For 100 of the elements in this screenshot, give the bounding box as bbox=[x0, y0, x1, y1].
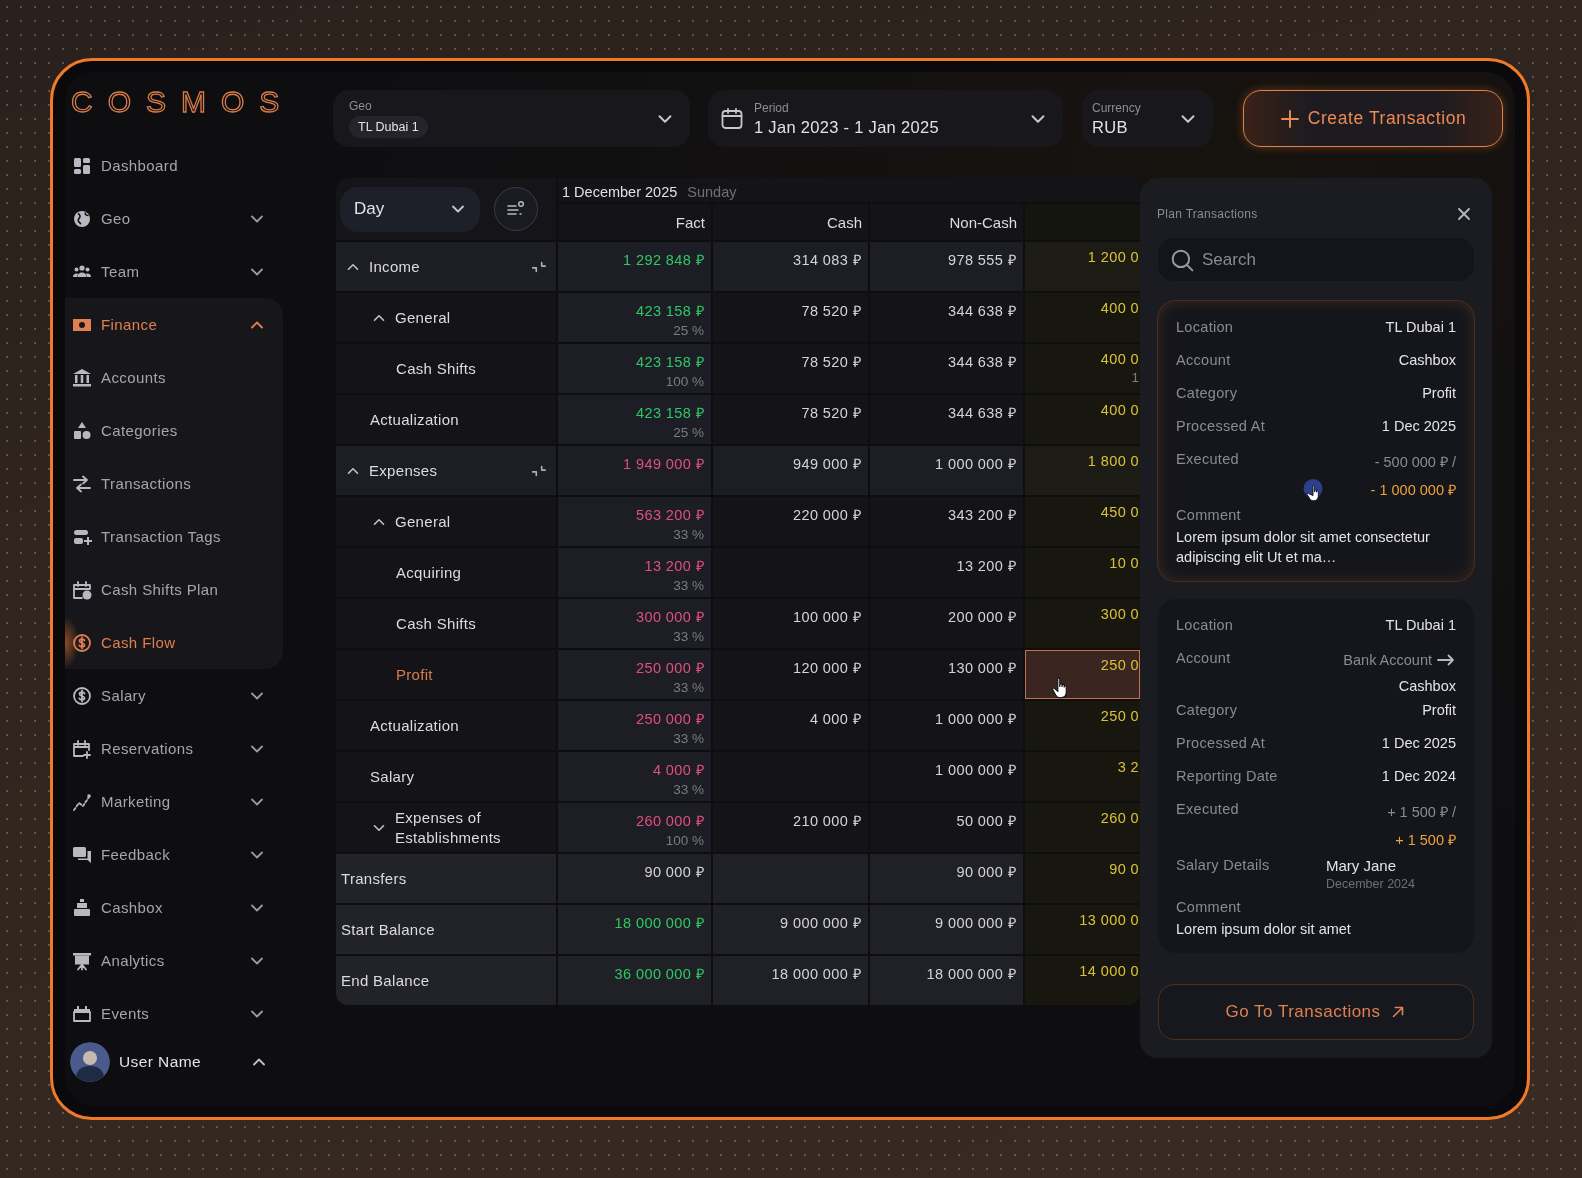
search-icon bbox=[1170, 248, 1194, 272]
amount: 3 2 bbox=[1117, 759, 1139, 775]
amount: 423 158 ₽ bbox=[635, 353, 704, 371]
row-label: Expenses bbox=[369, 460, 439, 481]
field-value: Bank Account bbox=[1343, 652, 1432, 668]
share-percent: 1 bbox=[1131, 370, 1139, 385]
nav-item[interactable]: Salary bbox=[65, 669, 283, 722]
field-label: Executed bbox=[1176, 801, 1239, 817]
nav-item[interactable]: Analytics bbox=[65, 934, 283, 987]
geo-select[interactable]: Geo TL Dubai 1 bbox=[333, 90, 690, 147]
nav-item[interactable]: Geo bbox=[65, 192, 283, 245]
grid-icon bbox=[72, 155, 92, 176]
currency-select[interactable]: Currency RUB bbox=[1082, 90, 1213, 147]
amount: 250 0 bbox=[1100, 657, 1139, 673]
nav-item[interactable]: Dashboard bbox=[65, 139, 283, 192]
nav-item[interactable]: Cashbox bbox=[65, 881, 283, 934]
transaction-card[interactable] bbox=[1158, 599, 1474, 953]
column-header: Non-Cash bbox=[870, 204, 1023, 240]
amount: 260 000 ₽ bbox=[635, 812, 704, 830]
nav-item[interactable]: Categories bbox=[65, 404, 283, 457]
amount: 78 520 ₽ bbox=[801, 353, 861, 371]
field-label: Comment bbox=[1176, 507, 1241, 523]
row-header-cell[interactable]: Cash Shifts bbox=[336, 344, 556, 393]
field-value: 1 Dec 2025 bbox=[1381, 418, 1456, 434]
share-percent: 33 % bbox=[673, 680, 704, 695]
granularity-select[interactable]: Day bbox=[340, 186, 480, 232]
calendar-dollar-icon bbox=[72, 579, 92, 600]
row-label: General bbox=[395, 307, 452, 328]
share-percent: 100 % bbox=[665, 374, 704, 389]
row-header-cell[interactable]: Salary bbox=[336, 752, 556, 801]
row-header-cell[interactable]: General bbox=[336, 293, 556, 342]
field-value: Profit bbox=[1422, 702, 1456, 718]
row-header-cell[interactable]: Income bbox=[336, 242, 556, 291]
row-header-cell[interactable]: Profit bbox=[336, 650, 556, 699]
amount: 1 800 0 bbox=[1087, 453, 1139, 469]
field-label: Location bbox=[1176, 319, 1234, 335]
select-value: RUB bbox=[1092, 117, 1129, 137]
amount: 563 200 ₽ bbox=[635, 506, 704, 524]
nav-item[interactable]: Transaction Tags bbox=[65, 510, 283, 563]
row-header-cell[interactable]: Start Balance bbox=[336, 905, 556, 954]
search-field[interactable]: Search bbox=[1158, 238, 1474, 281]
share-percent: 25 % bbox=[673, 425, 704, 440]
amount: 1 949 000 ₽ bbox=[623, 455, 704, 473]
amount: 450 0 bbox=[1100, 504, 1139, 520]
user-name[interactable]: User Name bbox=[119, 1053, 249, 1071]
row-label: Cash Shifts bbox=[396, 358, 477, 379]
row-label: Cash Shifts bbox=[396, 613, 477, 634]
amount: 423 158 ₽ bbox=[635, 404, 704, 422]
row-header-cell[interactable]: Actualization bbox=[336, 701, 556, 750]
nav-item[interactable]: Team bbox=[65, 245, 283, 298]
avatar[interactable] bbox=[70, 1042, 110, 1082]
field-label: Location bbox=[1176, 617, 1234, 633]
nav-item[interactable]: Feedback bbox=[65, 828, 283, 881]
row-header-cell[interactable]: Cash Shifts bbox=[336, 599, 556, 648]
dollar-circle-icon bbox=[72, 685, 92, 706]
globe-icon bbox=[72, 208, 92, 229]
row-label: General bbox=[395, 511, 452, 532]
row-header-cell[interactable]: Actualization bbox=[336, 395, 556, 444]
nav-item[interactable]: Cash Shifts Plan bbox=[65, 563, 283, 616]
amount: 220 000 ₽ bbox=[792, 506, 861, 524]
amount: 4 000 ₽ bbox=[652, 761, 704, 779]
table-settings-button[interactable] bbox=[494, 187, 538, 231]
field-value: 1 Dec 2025 bbox=[1381, 735, 1456, 751]
dollar-circle-icon bbox=[72, 632, 92, 653]
row-header-cell[interactable]: General bbox=[336, 497, 556, 546]
column-header: Cash bbox=[713, 204, 868, 240]
go-to-transactions-button[interactable]: Go To Transactions bbox=[1158, 984, 1474, 1040]
create-transaction-button[interactable]: Create Transaction bbox=[1243, 90, 1503, 147]
comment-text: Lorem ipsum dolor sit amet consectetur adipiscing elit Ut et ma… bbox=[1176, 528, 1431, 567]
amount: 1 292 848 ₽ bbox=[623, 251, 704, 269]
location-chip[interactable]: TL Dubai 1 bbox=[349, 116, 428, 138]
amount: 18 000 000 ₽ bbox=[771, 965, 861, 983]
nav-item[interactable]: Transactions bbox=[65, 457, 283, 510]
nav-item[interactable]: Events bbox=[65, 987, 283, 1035]
calendar-icon bbox=[72, 1003, 92, 1024]
amount: 1 000 000 ₽ bbox=[935, 761, 1016, 779]
date-label: 1 December 2025 bbox=[562, 184, 678, 200]
row-header-cell[interactable]: Transfers bbox=[336, 854, 556, 903]
row-header-cell[interactable]: End Balance bbox=[336, 956, 556, 1005]
nav-item[interactable]: Marketing bbox=[65, 775, 283, 828]
nav-item[interactable]: Reservations bbox=[65, 722, 283, 775]
chart-line-icon bbox=[72, 791, 92, 812]
nav-item[interactable]: Accounts bbox=[65, 351, 283, 404]
transaction-card[interactable]: Location TL Dubai 1 Account Cashbox Category Profit Processed At 1 Dec 2025 Executed - 500 000 ₽ / - 1 000 000 ₽ Comment Lorem ipsum dolor sit amet consectetur adipiscing elit Ut et ma… bbox=[1158, 301, 1474, 581]
amount: 90 0 bbox=[1109, 861, 1139, 877]
row-header-cell[interactable]: Expenses of Establishments bbox=[336, 803, 556, 852]
executed-amount: + 1 500 ₽ / bbox=[1387, 803, 1456, 821]
row-header-cell[interactable]: Expenses bbox=[336, 446, 556, 495]
field-value: Cashbox bbox=[1398, 678, 1456, 694]
shapes-icon bbox=[72, 420, 92, 441]
field-value: Profit bbox=[1422, 385, 1456, 401]
field-label: Comment bbox=[1176, 899, 1241, 915]
person-name: Mary Jane bbox=[1326, 857, 1398, 874]
cash-register-icon bbox=[72, 897, 92, 918]
comment-text: Lorem ipsum dolor sit amet bbox=[1176, 920, 1351, 939]
period-select[interactable]: Period 1 Jan 2023 - 1 Jan 2025 bbox=[708, 90, 1063, 147]
amount: 9 000 000 ₽ bbox=[780, 914, 861, 932]
row-header-cell[interactable]: Acquiring bbox=[336, 548, 556, 597]
nav-item[interactable]: Finance bbox=[65, 298, 283, 351]
amount: 344 638 ₽ bbox=[947, 302, 1016, 320]
